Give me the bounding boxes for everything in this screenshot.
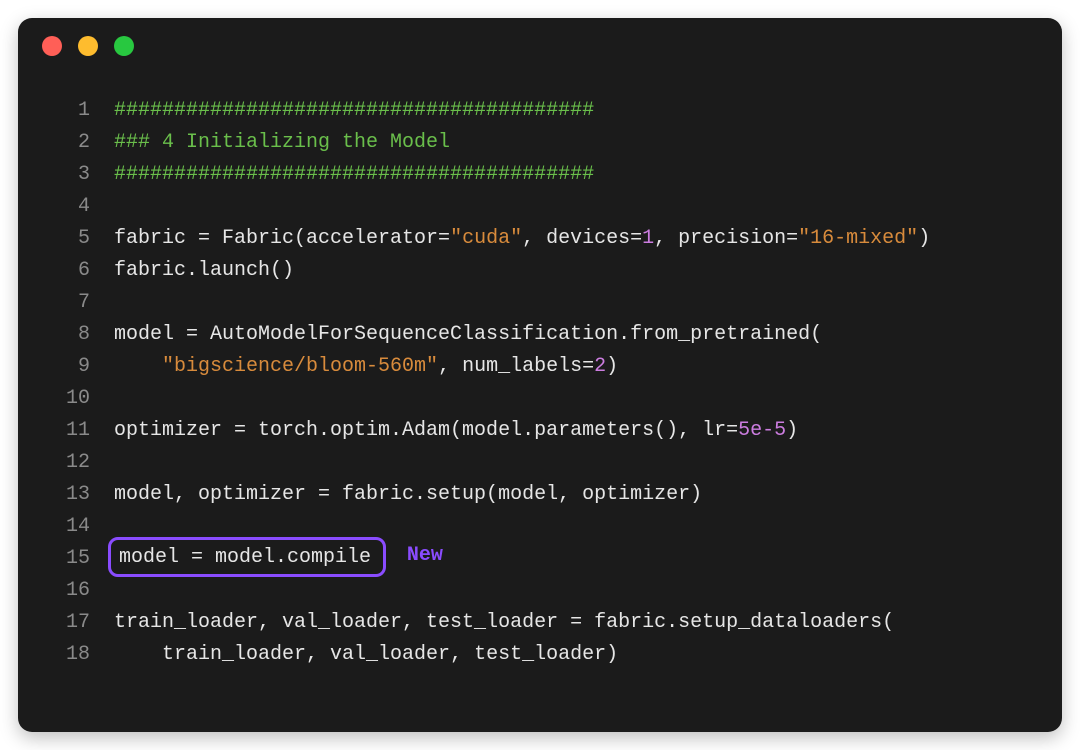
code-text: optimizer = torch.optim.Adam(model.param… [114, 419, 798, 442]
code-text: train_loader, val_loader, test_loader) [114, 643, 618, 666]
line-number: 4 [42, 195, 114, 218]
code-window: 1 ######################################… [18, 18, 1062, 732]
line-number: 18 [42, 643, 114, 666]
close-icon[interactable] [42, 36, 62, 56]
code-line: 10 [42, 382, 1038, 414]
code-line: 3 ######################################… [42, 158, 1038, 190]
code-text: model, optimizer = fabric.setup(model, o… [114, 483, 702, 506]
code-line: 8 model = AutoModelForSequenceClassifica… [42, 318, 1038, 350]
code-line: 9 "bigscience/bloom-560m", num_labels=2) [42, 350, 1038, 382]
code-text: fabric.launch() [114, 259, 294, 282]
line-number: 11 [42, 419, 114, 442]
line-number: 8 [42, 323, 114, 346]
minimize-icon[interactable] [78, 36, 98, 56]
line-number: 16 [42, 579, 114, 602]
code-text: model = model.compile [119, 546, 371, 569]
line-number: 10 [42, 387, 114, 410]
code-text: fabric = Fabric(accelerator="cuda", devi… [114, 227, 930, 250]
code-line: 1 ######################################… [42, 94, 1038, 126]
code-line: 6 fabric.launch() [42, 254, 1038, 286]
line-number: 6 [42, 259, 114, 282]
code-line: 7 [42, 286, 1038, 318]
code-text: model = AutoModelForSequenceClassificati… [114, 323, 822, 346]
line-number: 12 [42, 451, 114, 474]
line-number: 5 [42, 227, 114, 250]
line-number: 1 [42, 99, 114, 122]
highlight-box: model = model.compile [108, 537, 386, 577]
new-badge: New [407, 544, 443, 567]
line-number: 7 [42, 291, 114, 314]
line-number: 2 [42, 131, 114, 154]
code-line: 2 ### 4 Initializing the Model [42, 126, 1038, 158]
code-line: 18 train_loader, val_loader, test_loader… [42, 638, 1038, 670]
code-editor[interactable]: 1 ######################################… [42, 94, 1038, 670]
code-text: "bigscience/bloom-560m", num_labels=2) [114, 355, 618, 378]
code-line: 11 optimizer = torch.optim.Adam(model.pa… [42, 414, 1038, 446]
code-text: ### 4 Initializing the Model [114, 131, 450, 154]
code-line: 5 fabric = Fabric(accelerator="cuda", de… [42, 222, 1038, 254]
line-number: 3 [42, 163, 114, 186]
maximize-icon[interactable] [114, 36, 134, 56]
line-number: 13 [42, 483, 114, 506]
code-line: 4 [42, 190, 1038, 222]
code-line: 12 [42, 446, 1038, 478]
code-text: ######################################## [114, 99, 594, 122]
code-line: 16 [42, 574, 1038, 606]
line-number: 14 [42, 515, 114, 538]
window-controls [42, 36, 134, 56]
code-text: train_loader, val_loader, test_loader = … [114, 611, 894, 634]
code-line: 13 model, optimizer = fabric.setup(model… [42, 478, 1038, 510]
code-text: ######################################## [114, 163, 594, 186]
line-number: 9 [42, 355, 114, 378]
line-number: 15 [42, 547, 114, 570]
code-line: 17 train_loader, val_loader, test_loader… [42, 606, 1038, 638]
line-number: 17 [42, 611, 114, 634]
code-line-highlighted: 15 model = model.compile New [42, 542, 1038, 574]
